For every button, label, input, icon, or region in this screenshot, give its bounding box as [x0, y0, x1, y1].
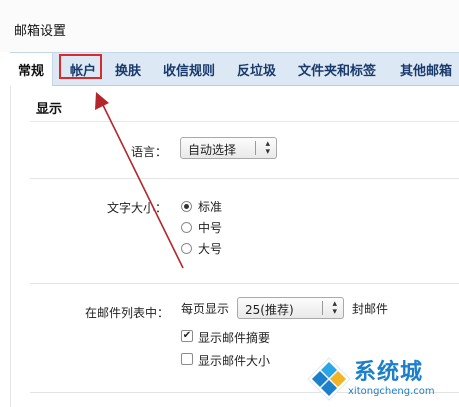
watermark-name: 系统城	[354, 360, 424, 385]
watermark-site: xitongcheng.com	[348, 386, 435, 397]
watermark-logo-icon	[307, 357, 351, 401]
watermark: 系统城 xitongcheng.com	[306, 352, 459, 407]
annotation-arrow	[95, 92, 184, 269]
